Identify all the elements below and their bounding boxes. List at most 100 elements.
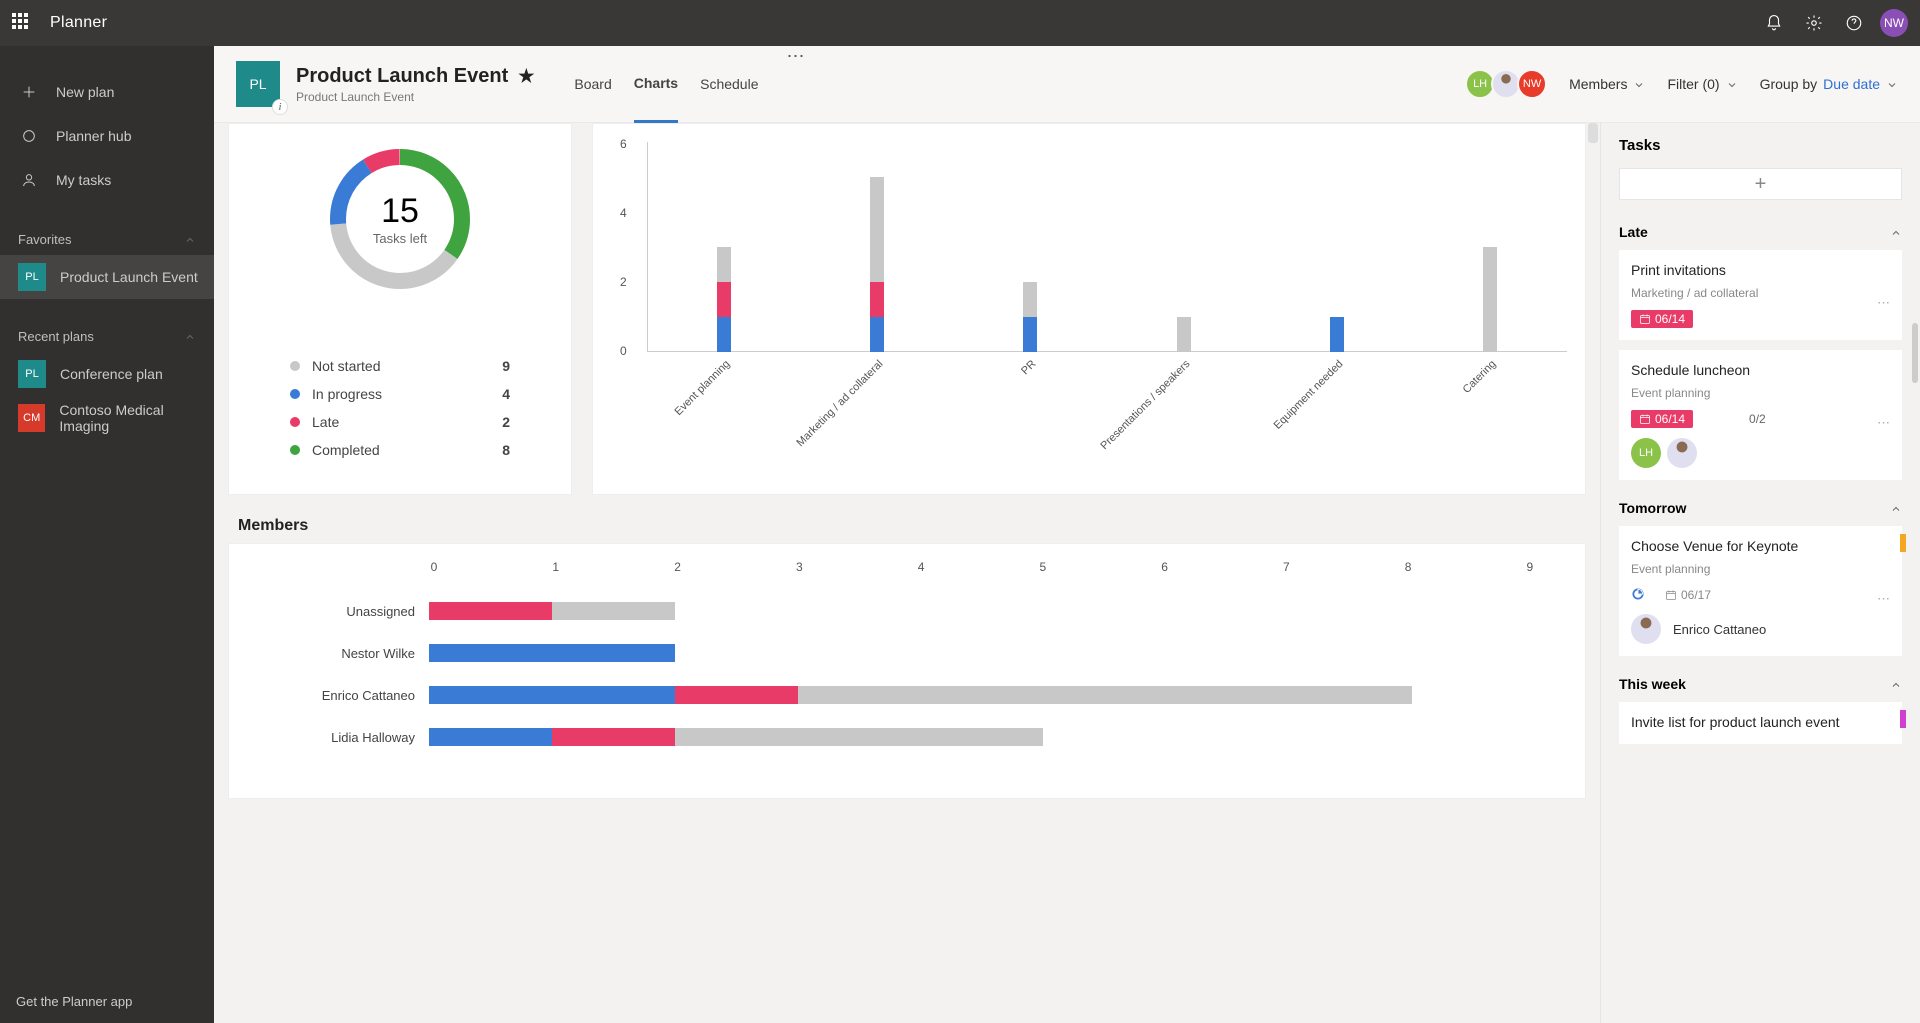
task-card[interactable]: Print invitations Marketing / ad collate… — [1619, 250, 1902, 340]
bar-segment — [1330, 317, 1344, 352]
legend-row: In progress 4 — [290, 380, 510, 408]
bar-category-label: Equipment needed — [1272, 358, 1346, 432]
tasks-left-value: 15 — [381, 192, 419, 231]
bar-category-label: Event planning — [672, 358, 732, 418]
comment-icon — [1705, 411, 1719, 428]
chevron-down-icon — [1726, 78, 1738, 90]
plan-tile: PL — [18, 360, 46, 388]
sidebar-item-label: Planner hub — [56, 128, 132, 144]
member-name: Enrico Cattaneo — [279, 688, 429, 703]
sidebar-plan-product-launch[interactable]: PL Product Launch Event — [0, 255, 214, 299]
tab-schedule[interactable]: Schedule — [700, 46, 758, 123]
app-name: Planner — [50, 14, 107, 32]
x-tick: 2 — [673, 560, 683, 574]
bar-category-label: Marketing / ad collateral — [794, 358, 885, 449]
bar-segment — [552, 602, 675, 620]
more-icon[interactable]: ⋯ — [787, 46, 807, 123]
sidebar-plan-contoso[interactable]: CM Contoso Medical Imaging — [0, 396, 214, 440]
bar-segment — [798, 686, 1412, 704]
notifications-icon[interactable] — [1754, 0, 1794, 46]
bar-segment — [429, 728, 552, 746]
legend-row: Completed 8 — [290, 436, 510, 464]
section-late-header[interactable]: Late — [1601, 214, 1920, 250]
avatar — [1631, 614, 1661, 644]
help-icon[interactable] — [1834, 0, 1874, 46]
bar-segment — [717, 317, 731, 352]
due-date-badge: 06/14 — [1631, 410, 1693, 428]
sidebar-plan-conference[interactable]: PL Conference plan — [0, 352, 214, 396]
plan-label: Product Launch Event — [60, 269, 198, 285]
add-task-button[interactable]: + — [1619, 168, 1902, 200]
bar-segment — [1177, 317, 1191, 352]
more-icon[interactable]: ⋯ — [1877, 295, 1892, 311]
bar-segment — [870, 317, 884, 352]
sidebar-favorites-header[interactable]: Favorites — [0, 202, 214, 255]
chevron-up-icon — [1890, 226, 1902, 238]
due-date-badge: 06/14 — [1631, 310, 1693, 328]
more-icon[interactable]: ⋯ — [1877, 591, 1892, 607]
members-dropdown[interactable]: Members — [1569, 76, 1645, 92]
bar-category-label: Catering — [1461, 358, 1499, 396]
settings-icon[interactable] — [1794, 0, 1834, 46]
member-name: Nestor Wilke — [279, 646, 429, 661]
x-tick: 9 — [1525, 560, 1535, 574]
avatar: NW — [1517, 69, 1547, 99]
group-by-dropdown[interactable]: Group by Due date — [1760, 76, 1898, 92]
legend-row: Not started 9 — [290, 352, 510, 380]
category-color-tab — [1900, 534, 1906, 552]
chevron-up-icon — [184, 234, 196, 246]
x-tick: 5 — [1038, 560, 1048, 574]
sidebar-my-tasks[interactable]: My tasks — [0, 158, 214, 202]
task-card[interactable]: Choose Venue for Keynote Event planning … — [1619, 526, 1902, 656]
avatar: LH — [1631, 438, 1661, 468]
chevron-up-icon — [184, 331, 196, 343]
assignee-name: Enrico Cattaneo — [1673, 622, 1766, 637]
legend-dot — [290, 361, 300, 371]
due-date: 06/17 — [1657, 586, 1719, 604]
app-launcher-icon[interactable] — [12, 13, 32, 33]
task-card[interactable]: Invite list for product launch event — [1619, 702, 1902, 744]
more-icon[interactable]: ⋯ — [1877, 415, 1892, 431]
bar-segment — [717, 282, 731, 317]
plan-subtitle: Product Launch Event — [296, 90, 534, 104]
tasks-panel-title: Tasks — [1601, 123, 1920, 168]
checklist-badge: 0/2 — [1731, 412, 1766, 426]
section-thisweek-header[interactable]: This week — [1601, 666, 1920, 702]
scrollbar[interactable] — [1588, 123, 1598, 143]
tab-board[interactable]: Board — [574, 46, 611, 123]
bar-segment — [1023, 317, 1037, 352]
avatar — [1667, 438, 1697, 468]
scrollbar[interactable] — [1912, 323, 1918, 383]
bar-segment — [870, 177, 884, 282]
bar-category-label: Presentations / speakers — [1098, 358, 1192, 452]
x-tick: 8 — [1403, 560, 1413, 574]
tab-charts[interactable]: Charts — [634, 46, 678, 123]
task-title: Schedule luncheon — [1631, 362, 1890, 378]
plus-icon — [20, 84, 38, 100]
task-title: Print invitations — [1631, 262, 1890, 278]
category-color-tab — [1900, 710, 1906, 728]
sidebar-new-plan[interactable]: New plan — [0, 70, 214, 114]
user-avatar[interactable]: NW — [1880, 9, 1908, 37]
bar-segment — [675, 728, 1044, 746]
bar-segment — [429, 686, 675, 704]
sidebar-recent-header[interactable]: Recent plans — [0, 299, 214, 352]
x-tick: 0 — [429, 560, 439, 574]
plan-label: Contoso Medical Imaging — [59, 402, 214, 434]
sidebar-item-label: My tasks — [56, 172, 111, 188]
legend-row: Late 2 — [290, 408, 510, 436]
task-card[interactable]: Schedule luncheon Event planning 06/14 0… — [1619, 350, 1902, 480]
star-icon[interactable]: ★ — [518, 66, 534, 87]
member-avatars[interactable]: LH NW — [1469, 69, 1547, 99]
filter-dropdown[interactable]: Filter (0) — [1667, 76, 1737, 92]
sidebar-planner-hub[interactable]: Planner hub — [0, 114, 214, 158]
status-chart-card: 15 Tasks left Not started 9 In progress — [228, 123, 572, 495]
task-bucket: Marketing / ad collateral — [1631, 286, 1890, 300]
info-icon[interactable]: i — [272, 99, 288, 115]
bar-segment — [675, 686, 798, 704]
get-app-link[interactable]: Get the Planner app — [0, 980, 214, 1023]
plan-tile: PL — [18, 263, 46, 291]
section-tomorrow-header[interactable]: Tomorrow — [1601, 490, 1920, 526]
legend-dot — [290, 389, 300, 399]
x-tick: 3 — [794, 560, 804, 574]
